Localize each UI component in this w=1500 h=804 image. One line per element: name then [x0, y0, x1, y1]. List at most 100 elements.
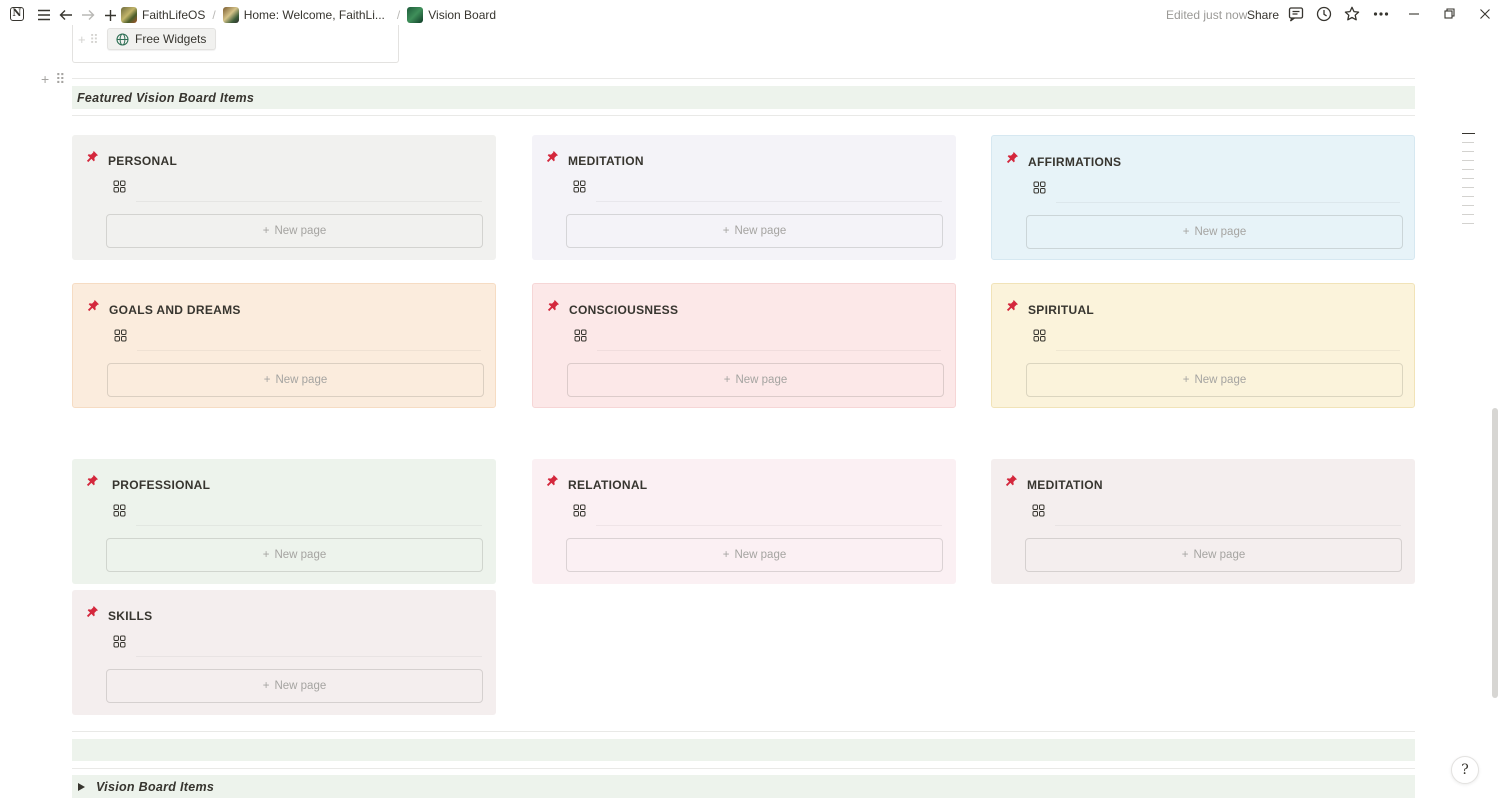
- new-page-button[interactable]: + New page: [566, 214, 943, 248]
- gallery-card-professional: PROFESSIONAL + New page: [72, 459, 496, 584]
- new-page-label: New page: [1193, 549, 1246, 561]
- divider: [137, 350, 481, 351]
- free-widgets-label: Free Widgets: [135, 32, 207, 46]
- notion-logo-icon[interactable]: N: [10, 7, 24, 21]
- comment-icon[interactable]: [1287, 5, 1305, 23]
- edited-status: Edited just now: [1166, 8, 1248, 22]
- card-title: GOALS AND DREAMS: [109, 303, 241, 317]
- divider: [1055, 525, 1401, 526]
- new-page-button[interactable]: + New page: [106, 669, 483, 703]
- card-title: PROFESSIONAL: [112, 478, 211, 492]
- new-page-button[interactable]: + New page: [1026, 215, 1403, 249]
- breadcrumb-label: FaithLifeOS: [142, 7, 206, 22]
- card-title: SPIRITUAL: [1028, 303, 1095, 317]
- card-title: MEDITATION: [568, 154, 644, 168]
- gallery-card-meditation-2: MEDITATION + New page: [991, 459, 1415, 584]
- card-title: PERSONAL: [108, 154, 178, 168]
- new-page-button[interactable]: + New page: [106, 214, 483, 248]
- new-page-label: New page: [275, 374, 328, 386]
- menu-icon[interactable]: [33, 4, 55, 26]
- gallery-view-icon[interactable]: [1032, 504, 1045, 517]
- pushpin-icon: [86, 150, 99, 163]
- new-page-label: New page: [1194, 226, 1247, 238]
- gallery-view-icon[interactable]: [573, 504, 586, 517]
- divider: [72, 78, 1415, 79]
- page-outline[interactable]: [1462, 133, 1476, 232]
- pushpin-icon: [86, 474, 99, 487]
- pushpin-icon: [547, 299, 560, 312]
- block-handle-icon[interactable]: + ⠿: [78, 32, 99, 48]
- gallery-card-goals-and-dreams: GOALS AND DREAMS + New page: [72, 283, 496, 408]
- gallery-view-icon[interactable]: [1033, 181, 1046, 194]
- divider: [136, 656, 482, 657]
- divider: [1056, 350, 1400, 351]
- card-title: SKILLS: [108, 609, 153, 623]
- back-arrow-icon[interactable]: [55, 4, 77, 26]
- breadcrumb-label: Vision Board: [428, 7, 497, 22]
- gallery-view-icon[interactable]: [114, 329, 127, 342]
- breadcrumb-item-home[interactable]: Home: Welcome, FaithLi...: [222, 6, 385, 23]
- favorite-star-icon[interactable]: [1343, 5, 1361, 23]
- page-image-icon: [407, 6, 424, 23]
- help-button[interactable]: ?: [1451, 756, 1479, 784]
- plus-icon: +: [722, 225, 730, 237]
- divider: [72, 768, 1415, 769]
- new-page-button[interactable]: + New page: [1026, 363, 1403, 397]
- forward-arrow-icon[interactable]: [77, 4, 99, 26]
- new-tab-plus-icon[interactable]: [99, 4, 121, 26]
- pushpin-icon: [546, 474, 559, 487]
- gallery-view-icon[interactable]: [113, 504, 126, 517]
- gallery-view-icon[interactable]: [1033, 329, 1046, 342]
- divider: [1056, 202, 1400, 203]
- new-page-label: New page: [735, 374, 788, 386]
- card-title: MEDITATION: [1027, 478, 1103, 492]
- breadcrumb-separator: /: [396, 7, 401, 22]
- drag-handle-icon[interactable]: + ⠿: [41, 71, 65, 88]
- gallery-view-icon[interactable]: [574, 329, 587, 342]
- gallery-card-meditation: MEDITATION + New page: [532, 135, 956, 260]
- toggle-vision-board-items[interactable]: Vision Board Items: [72, 775, 1415, 798]
- toggle-label: Vision Board Items: [96, 779, 215, 794]
- new-page-label: New page: [274, 225, 327, 237]
- card-title: AFFIRMATIONS: [1028, 155, 1122, 169]
- breadcrumb-separator: /: [212, 7, 216, 22]
- divider: [72, 731, 1415, 732]
- gallery-card-affirmations: AFFIRMATIONS + New page: [991, 135, 1415, 260]
- gallery-view-icon[interactable]: [113, 180, 126, 193]
- new-page-label: New page: [1194, 374, 1247, 386]
- share-button[interactable]: Share: [1247, 8, 1279, 22]
- new-page-button[interactable]: + New page: [566, 538, 943, 572]
- new-page-button[interactable]: + New page: [107, 363, 484, 397]
- gallery-view-icon[interactable]: [573, 180, 586, 193]
- card-title: CONSCIOUSNESS: [569, 303, 679, 317]
- globe-icon: [116, 32, 129, 46]
- page-image-icon: [222, 6, 239, 23]
- divider: [596, 201, 942, 202]
- empty-callout-bar: [72, 739, 1415, 761]
- breadcrumb-item-vision-board[interactable]: Vision Board: [407, 6, 497, 23]
- new-page-button[interactable]: + New page: [567, 363, 944, 397]
- restore-window-icon[interactable]: [1440, 5, 1458, 23]
- new-page-button[interactable]: + New page: [106, 538, 483, 572]
- new-page-label: New page: [274, 549, 327, 561]
- plus-icon: +: [262, 225, 270, 237]
- minimize-icon[interactable]: [1405, 5, 1423, 23]
- gallery-view-icon[interactable]: [113, 635, 126, 648]
- scrollbar[interactable]: [1492, 408, 1498, 698]
- plus-icon: +: [1182, 226, 1190, 238]
- free-widgets-button[interactable]: Free Widgets: [107, 28, 217, 50]
- history-clock-icon[interactable]: [1315, 5, 1333, 23]
- help-label: ?: [1461, 762, 1469, 778]
- gallery-card-relational: RELATIONAL + New page: [532, 459, 956, 584]
- pushpin-icon: [86, 605, 99, 618]
- pushpin-icon: [546, 150, 559, 163]
- new-page-button[interactable]: + New page: [1025, 538, 1402, 572]
- divider: [136, 201, 482, 202]
- close-window-icon[interactable]: [1476, 5, 1494, 23]
- gallery-card-consciousness: CONSCIOUSNESS + New page: [532, 283, 956, 408]
- gallery-card-spiritual: SPIRITUAL + New page: [991, 283, 1415, 408]
- toggle-triangle-icon[interactable]: [78, 782, 85, 791]
- more-options-icon[interactable]: [1372, 5, 1390, 23]
- pushpin-icon: [87, 299, 100, 312]
- breadcrumb-item-workspace[interactable]: FaithLifeOS: [121, 6, 206, 23]
